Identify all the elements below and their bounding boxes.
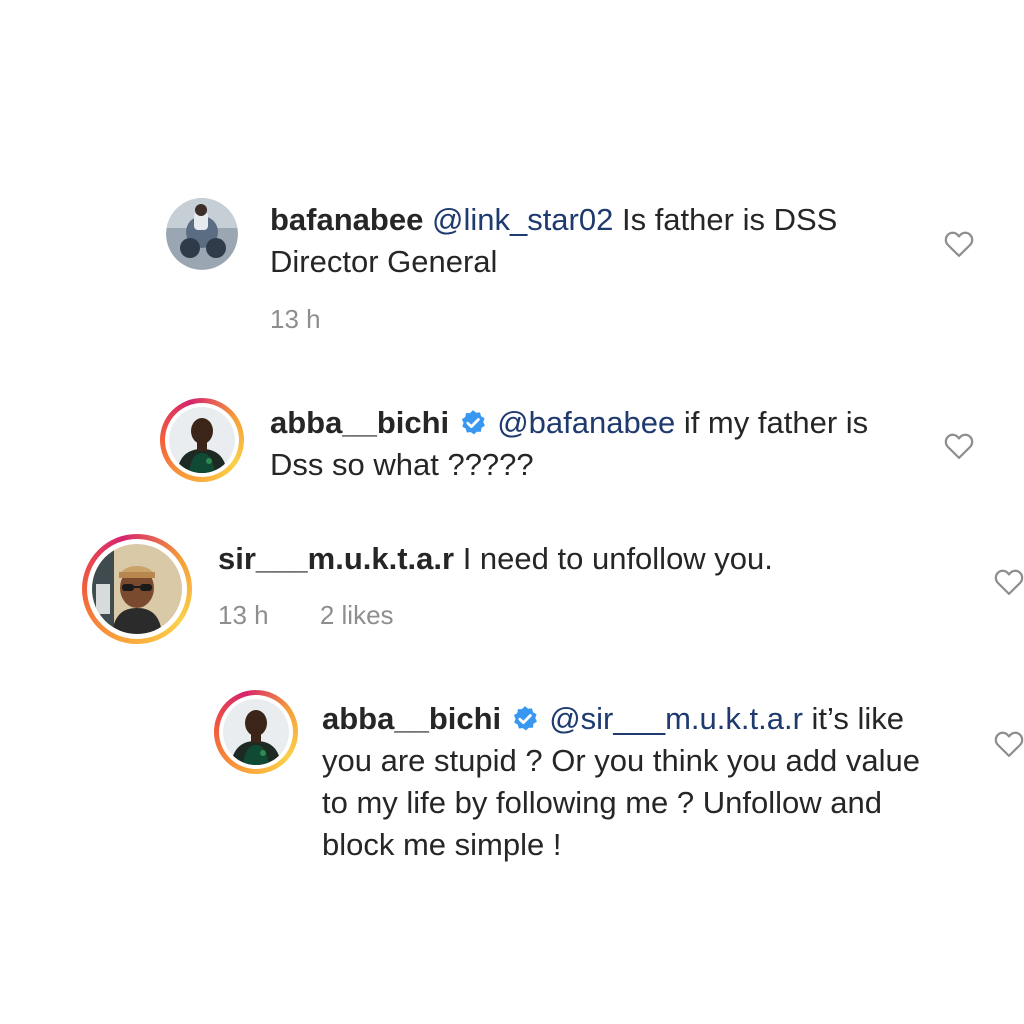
avatar[interactable]: [166, 198, 238, 270]
comment-text: abba__bichi @bafanabee if my father is D…: [270, 402, 910, 486]
heart-outline-icon[interactable]: [944, 230, 974, 258]
heart-outline-icon[interactable]: [994, 568, 1024, 596]
comment-mention[interactable]: @sir___m.u.k.t.a.r: [549, 701, 803, 736]
comment-mention[interactable]: @bafanabee: [497, 405, 675, 440]
comment-time: 13 h: [218, 600, 269, 630]
avatar[interactable]: [82, 534, 192, 644]
green-jersey-photo-avatar: [169, 407, 235, 473]
green-jersey-photo-avatar: [223, 699, 289, 765]
avatar[interactable]: [160, 398, 244, 482]
comment-text: abba__bichi @sir___m.u.k.t.a.r it’s like…: [322, 698, 942, 866]
comment-text: sir___m.u.k.t.a.r I need to unfollow you…: [218, 538, 938, 580]
comment-body: I need to unfollow you.: [454, 541, 773, 576]
comment-mention[interactable]: @link_star02: [432, 202, 613, 237]
comment-likes[interactable]: 2 likes: [320, 600, 394, 630]
comment-username[interactable]: abba__bichi: [270, 405, 449, 440]
heart-outline-icon[interactable]: [944, 432, 974, 460]
comment-time: 13 h: [270, 304, 321, 334]
motorbike-photo-avatar: [166, 198, 238, 270]
verified-badge-icon: [462, 410, 486, 435]
comment-meta: 13 h 2 likes: [218, 600, 438, 630]
comments-screen: bafanabee @link_star02 Is father is DSS …: [0, 0, 1024, 1024]
verified-badge-icon: [514, 706, 538, 731]
comment-username[interactable]: abba__bichi: [322, 701, 501, 736]
cap-sunglasses-photo-avatar: [92, 544, 182, 634]
comment-text: bafanabee @link_star02 Is father is DSS …: [270, 199, 910, 283]
avatar[interactable]: [214, 690, 298, 774]
comment-username[interactable]: sir___m.u.k.t.a.r: [218, 541, 454, 576]
comment-username[interactable]: bafanabee: [270, 202, 423, 237]
heart-outline-icon[interactable]: [994, 730, 1024, 758]
comment-meta: 13 h: [270, 304, 365, 334]
